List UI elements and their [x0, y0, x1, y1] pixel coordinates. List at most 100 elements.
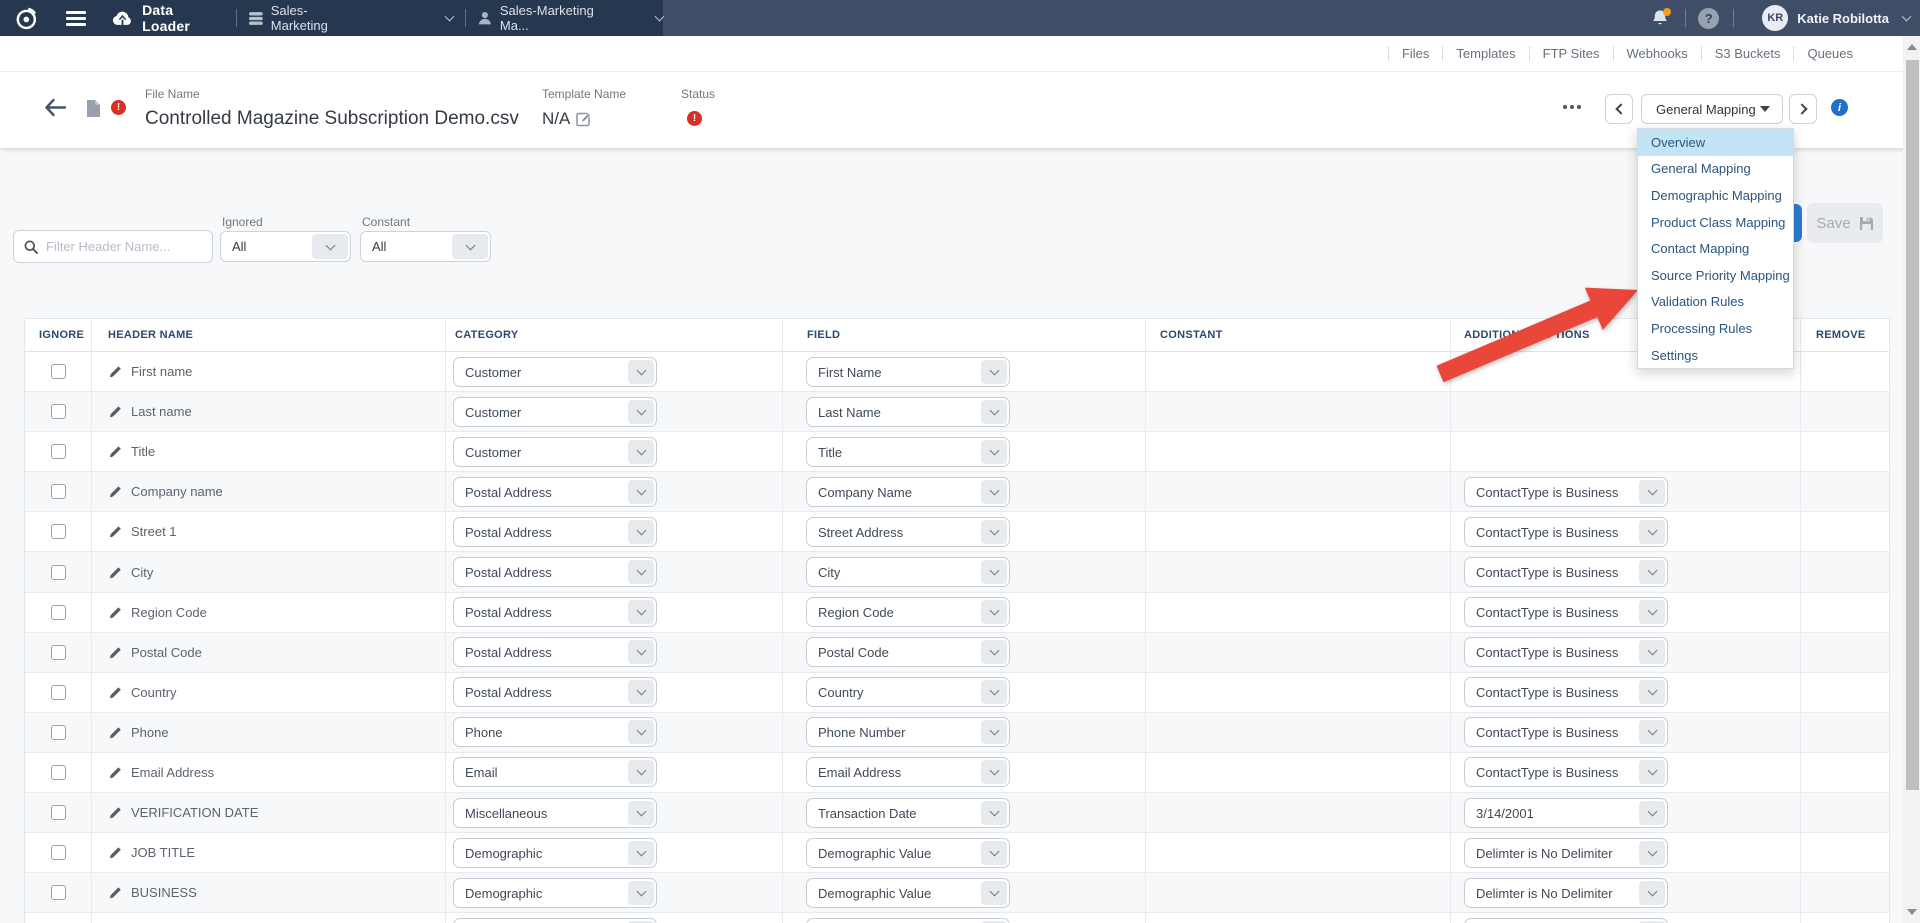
additional-options-select[interactable]: Delimter is No Delimiter — [1464, 878, 1668, 908]
edit-pencil-icon[interactable] — [109, 365, 122, 378]
category-select[interactable]: Postal Address — [453, 517, 657, 547]
additional-options-select[interactable]: ContactType is Business — [1464, 477, 1668, 507]
additional-options-select[interactable]: ContactType is Business — [1464, 637, 1668, 667]
category-select[interactable]: Customer — [453, 397, 657, 427]
field-select[interactable]: Demographic Value — [806, 878, 1010, 908]
category-select[interactable]: Postal Address — [453, 677, 657, 707]
category-select[interactable]: Demographic — [453, 838, 657, 868]
view-menu-item-product-class-mapping[interactable]: Product Class Mapping — [1638, 209, 1793, 236]
ignore-checkbox[interactable] — [51, 765, 66, 780]
filter-header-search-input[interactable]: Filter Header Name... — [13, 230, 213, 263]
field-select[interactable]: Transaction Date — [806, 798, 1010, 828]
field-select[interactable]: Country — [806, 677, 1010, 707]
scroll-down-arrow[interactable] — [1907, 909, 1917, 915]
ignore-checkbox[interactable] — [51, 484, 66, 499]
context-selector[interactable]: Sales-Marketing Ma... — [478, 3, 663, 33]
additional-options-select[interactable]: ContactType is Business — [1464, 757, 1668, 787]
ignore-checkbox[interactable] — [51, 725, 66, 740]
next-view-button[interactable] — [1789, 94, 1817, 124]
view-menu-item-validation-rules[interactable]: Validation Rules — [1638, 289, 1793, 316]
file-error-icon[interactable]: ! — [111, 100, 126, 115]
field-select[interactable]: Title — [806, 437, 1010, 467]
ignore-checkbox[interactable] — [51, 885, 66, 900]
field-select[interactable]: Postal Code — [806, 637, 1010, 667]
edit-pencil-icon[interactable] — [109, 806, 122, 819]
edit-pencil-icon[interactable] — [109, 886, 122, 899]
file-icon[interactable] — [86, 99, 101, 118]
ignored-filter-select[interactable]: All — [220, 231, 351, 262]
edit-pencil-icon[interactable] — [109, 766, 122, 779]
view-menu-item-processing-rules[interactable]: Processing Rules — [1638, 315, 1793, 342]
additional-options-select[interactable]: ContactType is Business — [1464, 557, 1668, 587]
edit-pencil-icon[interactable] — [109, 646, 122, 659]
view-selector-button[interactable]: General Mapping — [1641, 94, 1783, 124]
scroll-up-arrow[interactable] — [1907, 44, 1917, 50]
ignore-checkbox[interactable] — [51, 524, 66, 539]
field-select[interactable]: Street Address — [806, 517, 1010, 547]
category-select[interactable]: Miscellaneous — [453, 798, 657, 828]
additional-options-select[interactable]: ContactType is Business — [1464, 517, 1668, 547]
scrollbar-thumb[interactable] — [1906, 60, 1919, 790]
subnav-link-webhooks[interactable]: Webhooks — [1614, 46, 1701, 61]
edit-template-icon[interactable] — [576, 111, 592, 127]
view-menu-item-demographic-mapping[interactable]: Demographic Mapping — [1638, 182, 1793, 209]
save-button[interactable]: Save — [1807, 203, 1883, 243]
view-menu-item-overview[interactable]: Overview — [1638, 129, 1793, 156]
ignore-checkbox[interactable] — [51, 805, 66, 820]
edit-pencil-icon[interactable] — [109, 405, 122, 418]
field-select[interactable]: Last Name — [806, 397, 1010, 427]
constant-filter-select[interactable]: All — [360, 231, 491, 262]
ignore-checkbox[interactable] — [51, 645, 66, 660]
ignore-checkbox[interactable] — [51, 444, 66, 459]
category-select[interactable]: Postal Address — [453, 557, 657, 587]
ignore-checkbox[interactable] — [51, 565, 66, 580]
additional-options-select[interactable]: 3/14/2001 — [1464, 798, 1668, 828]
edit-pencil-icon[interactable] — [109, 606, 122, 619]
category-select[interactable]: Postal Address — [453, 477, 657, 507]
field-select[interactable]: Company Name — [806, 477, 1010, 507]
notifications-button[interactable] — [1651, 9, 1669, 27]
back-button[interactable] — [44, 98, 67, 117]
category-select[interactable]: Postal Address — [453, 637, 657, 667]
category-select[interactable]: Customer — [453, 437, 657, 467]
edit-pencil-icon[interactable] — [109, 525, 122, 538]
category-select[interactable]: Phone — [453, 717, 657, 747]
category-select[interactable]: Postal Address — [453, 597, 657, 627]
additional-options-select[interactable] — [1464, 918, 1668, 923]
subnav-link-s3-buckets[interactable]: S3 Buckets — [1702, 46, 1794, 61]
ignore-checkbox[interactable] — [51, 404, 66, 419]
previous-view-button[interactable] — [1605, 94, 1633, 124]
additional-options-select[interactable]: ContactType is Business — [1464, 677, 1668, 707]
view-menu-item-general-mapping[interactable]: General Mapping — [1638, 156, 1793, 183]
category-select[interactable]: Customer — [453, 357, 657, 387]
edit-pencil-icon[interactable] — [109, 485, 122, 498]
field-select[interactable]: Demographic Value — [806, 838, 1010, 868]
view-menu-item-contact-mapping[interactable]: Contact Mapping — [1638, 235, 1793, 262]
edit-pencil-icon[interactable] — [109, 726, 122, 739]
edit-pencil-icon[interactable] — [109, 566, 122, 579]
category-select[interactable]: Demographic — [453, 878, 657, 908]
chevron-down-icon[interactable] — [1902, 12, 1912, 22]
subnav-link-files[interactable]: Files — [1389, 46, 1442, 61]
field-select[interactable]: First Name — [806, 357, 1010, 387]
subnav-link-ftp-sites[interactable]: FTP Sites — [1530, 46, 1613, 61]
subnav-link-queues[interactable]: Queues — [1794, 46, 1866, 61]
ignore-checkbox[interactable] — [51, 364, 66, 379]
vertical-scrollbar[interactable] — [1903, 36, 1920, 923]
ignore-checkbox[interactable] — [51, 605, 66, 620]
ignore-checkbox[interactable] — [51, 685, 66, 700]
additional-options-select[interactable]: ContactType is Business — [1464, 717, 1668, 747]
info-icon[interactable]: i — [1831, 99, 1848, 116]
hamburger-menu-icon[interactable] — [66, 11, 87, 26]
database-selector[interactable]: Sales-Marketing — [249, 3, 453, 33]
edit-pencil-icon[interactable] — [109, 445, 122, 458]
ignore-checkbox[interactable] — [51, 845, 66, 860]
category-select[interactable]: Email — [453, 757, 657, 787]
additional-options-select[interactable]: ContactType is Business — [1464, 597, 1668, 627]
subnav-link-templates[interactable]: Templates — [1443, 46, 1528, 61]
additional-options-select[interactable]: Delimter is No Delimiter — [1464, 838, 1668, 868]
field-select[interactable]: Phone Number — [806, 717, 1010, 747]
category-select[interactable] — [453, 918, 657, 923]
view-menu-item-source-priority-mapping[interactable]: Source Priority Mapping — [1638, 262, 1793, 289]
view-menu-item-settings[interactable]: Settings — [1638, 342, 1793, 369]
